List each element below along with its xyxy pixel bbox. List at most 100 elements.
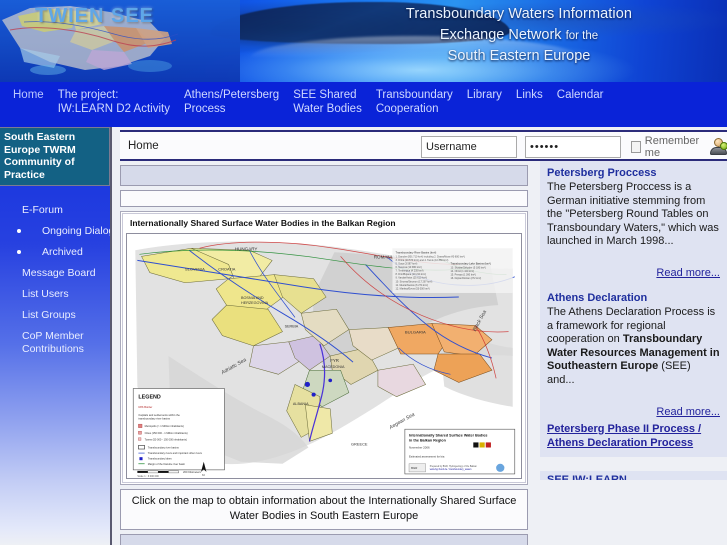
- password-input[interactable]: [525, 135, 621, 158]
- svg-text:1. Danube (801 710 km²) includ: 1. Danube (801 710 km²) including 2. Dra…: [396, 255, 465, 258]
- svg-text:Transboundary rivers and impor: Transboundary rivers and important other…: [148, 451, 203, 455]
- svg-text:6. Neretva (10 380 km²): 6. Neretva (10 380 km²): [396, 266, 422, 269]
- balkan-map-svg: HUNGARY SLOVENIA CROATIA BOSNIA AND HERZ…: [127, 234, 521, 478]
- center-column: Home Internationally Shared Surface Wate…: [114, 127, 534, 545]
- svg-text:BGR: BGR: [411, 466, 417, 470]
- right-sidebar-gap: [540, 456, 727, 471]
- news-item-see-iwlearn: SEE IW:LEARN: [540, 470, 727, 480]
- map-title: Internationally Shared Surface Water Bod…: [130, 218, 396, 228]
- sidebar-title: South Eastern Europe TWRM Community of P…: [0, 127, 110, 186]
- svg-text:SLOVENIA: SLOVENIA: [185, 267, 205, 272]
- login-bar: Remember me ?: [417, 130, 727, 161]
- sidebar-item-cop-member-contributions[interactable]: CoP Member Contributions: [0, 326, 110, 360]
- sidebar-item-list-groups[interactable]: List Groups: [0, 305, 110, 326]
- login-icon-status-badge: [720, 141, 727, 150]
- sidebar-item-archived[interactable]: Archived: [0, 242, 110, 263]
- nav-item-calendar[interactable]: Calendar: [550, 88, 611, 102]
- svg-text:November 2006: November 2006: [409, 446, 430, 450]
- remember-me-checkbox[interactable]: [631, 140, 641, 153]
- svg-text:IWS Border: IWS Border: [138, 405, 152, 409]
- read-more-link-petersberg[interactable]: Read more...: [547, 267, 720, 279]
- site-logo[interactable]: TWIEN SEE: [35, 5, 154, 28]
- login-icon[interactable]: [709, 137, 727, 156]
- sidebar-item-list-users[interactable]: List Users: [0, 284, 110, 305]
- svg-text:N: N: [202, 473, 204, 477]
- svg-text:in the Balkan Region: in the Balkan Region: [409, 438, 447, 442]
- nav-item-see-shared-water-bodies[interactable]: SEE Shared Water Bodies: [286, 88, 369, 116]
- content-slab-top: [120, 165, 528, 186]
- page-root: TWIEN SEE Transboundary Waters Informati…: [0, 0, 727, 545]
- svg-text:5. Soca (3 587 km²): 5. Soca (3 587 km²): [396, 263, 418, 266]
- svg-text:SERBIA: SERBIA: [285, 325, 299, 329]
- svg-text:Estimated assessment for bta: Estimated assessment for bta: [409, 455, 445, 459]
- svg-text:FYR: FYR: [330, 358, 339, 363]
- svg-text:HERZEGOVINA: HERZEGOVINA: [241, 301, 269, 305]
- balkan-map-image[interactable]: HUNGARY SLOVENIA CROATIA BOSNIA AND HERZ…: [126, 233, 522, 479]
- svg-text:12. Maritsa/Evros (53 000 km²): 12. Maritsa/Evros (53 000 km²): [396, 287, 430, 290]
- breadcrumb[interactable]: Home: [128, 140, 159, 152]
- svg-text:9. Vardar/Axios (25 610 km²): 9. Vardar/Axios (25 610 km²): [396, 277, 428, 280]
- login-form: Remember me ?: [417, 132, 727, 161]
- right-sidebar: Petersberg Proccess The Petersberg Procc…: [540, 161, 727, 545]
- news-item-athens: Athens Declaration The Athens Declaratio…: [540, 285, 727, 457]
- banner-headline: Transboundary Waters Information Exchang…: [349, 4, 689, 67]
- svg-text:16. Dojran/Doiran (272 km²): 16. Dojran/Doiran (272 km²): [450, 277, 481, 280]
- banner-headline-line3: South Eastern Europe: [447, 48, 591, 65]
- svg-text:LEGEND: LEGEND: [138, 395, 161, 401]
- map-panel: Internationally Shared Surface Water Bod…: [120, 211, 528, 485]
- svg-text:CROATIA: CROATIA: [218, 267, 236, 272]
- banner-headline-line2-main: Exchange Network: [439, 27, 562, 44]
- username-input[interactable]: [421, 135, 517, 158]
- svg-text:Internationally Shared Surface: Internationally Shared Surface Water Bod…: [409, 433, 487, 437]
- news-body-athens: The Athens Declaration Process is a fram…: [547, 306, 720, 388]
- banner-headline-line1: Transboundary Waters Information: [405, 6, 633, 22]
- petersberg-phase-ii-link[interactable]: Petersberg Phase II Process / Athens Dec…: [547, 422, 720, 450]
- svg-text:8. Drin/Bojana (19 214 km²): 8. Drin/Bojana (19 214 km²): [396, 273, 427, 276]
- svg-text:www.bgr.bund.de / transboundar: www.bgr.bund.de / transboundary_waters: [430, 468, 473, 471]
- nav-item-transboundary-cooperation[interactable]: Transboundary Cooperation: [369, 88, 460, 116]
- login-icon-group: ?: [709, 137, 727, 156]
- main-navigation-list: Home The project: IW:LEARN D2 Activity A…: [0, 82, 727, 116]
- news-title-see-iwlearn[interactable]: SEE IW:LEARN: [547, 474, 720, 480]
- svg-text:Metropolis (> 1 Million inhabi: Metropolis (> 1 Million inhabitants): [145, 424, 184, 428]
- svg-text:BULGARIA: BULGARIA: [405, 330, 426, 335]
- svg-text:14. Ohrid (1 429 km²): 14. Ohrid (1 429 km²): [450, 270, 474, 273]
- main-navigation: Home The project: IW:LEARN D2 Activity A…: [0, 82, 727, 127]
- nav-item-links[interactable]: Links: [509, 88, 550, 102]
- svg-text:10. Struma/Strymon (17 297 km²: 10. Struma/Strymon (17 297 km²): [396, 280, 433, 283]
- nav-item-library[interactable]: Library: [460, 88, 509, 102]
- content-slab-white: [120, 190, 528, 207]
- sidebar-item-e-forum[interactable]: E-Forum: [0, 200, 110, 221]
- remember-me-control[interactable]: Remember me: [631, 135, 701, 159]
- svg-text:BOSNIA AND: BOSNIA AND: [241, 296, 264, 300]
- nav-item-the-project[interactable]: The project: IW:LEARN D2 Activity: [51, 88, 177, 116]
- news-item-petersberg: Petersberg Proccess The Petersberg Procc…: [540, 161, 727, 286]
- svg-text:11. Mesta/Nestos (6 274 km²): 11. Mesta/Nestos (6 274 km²): [396, 284, 429, 287]
- svg-text:HUNGARY: HUNGARY: [235, 246, 258, 251]
- nav-item-athens-petersberg-process[interactable]: Athens/Petersberg Process: [177, 88, 286, 116]
- banner-headline-line2-small: for the: [565, 30, 599, 43]
- news-title-petersberg[interactable]: Petersberg Proccess: [547, 167, 720, 180]
- svg-text:3. Drina (19 570 km²) and 4. T: 3. Drina (19 570 km²) and 4. Tamis (10 8…: [396, 259, 449, 262]
- svg-text:Capitals and settlements withi: Capitals and settlements within the: [138, 413, 180, 417]
- news-title-athens[interactable]: Athens Declaration: [547, 292, 720, 305]
- svg-text:Prepared by BGR, Hydrogeology: Prepared by BGR, Hydrogeology of the Bal…: [430, 465, 478, 468]
- svg-text:Cities (150 000 - 1 Million in: Cities (150 000 - 1 Million inhabitants): [145, 431, 188, 435]
- read-more-link-athens[interactable]: Read more...: [547, 406, 720, 418]
- left-sidebar: South Eastern Europe TWRM Community of P…: [0, 127, 112, 545]
- map-panel-inner: Internationally Shared Surface Water Bod…: [122, 213, 526, 483]
- content-slab-bottom: [120, 534, 528, 545]
- remember-me-label: Remember me: [644, 134, 700, 159]
- svg-text:GREECE: GREECE: [351, 442, 368, 447]
- banner-headline-line2: Exchange Network for the: [349, 25, 689, 46]
- svg-text:ALBANIA: ALBANIA: [293, 402, 309, 406]
- svg-text:7. Trebisnjica (4 235 km²): 7. Trebisnjica (4 235 km²): [396, 270, 424, 273]
- page-body: South Eastern Europe TWRM Community of P…: [0, 127, 727, 545]
- sidebar-item-ongoing-dialogue[interactable]: Ongoing Dialogue: [0, 221, 110, 242]
- svg-text:Towns (50 000 - 150 000 inhabi: Towns (50 000 - 150 000 inhabitants): [145, 437, 187, 441]
- svg-text:15. Prespa (1 390 km²): 15. Prespa (1 390 km²): [450, 274, 476, 277]
- svg-text:Transboundary river basins: Transboundary river basins: [148, 446, 180, 450]
- sidebar-item-message-board[interactable]: Message Board: [0, 263, 110, 284]
- svg-text:Transboundary River Basins (km: Transboundary River Basins (km²): [396, 250, 437, 254]
- nav-item-home[interactable]: Home: [6, 88, 51, 102]
